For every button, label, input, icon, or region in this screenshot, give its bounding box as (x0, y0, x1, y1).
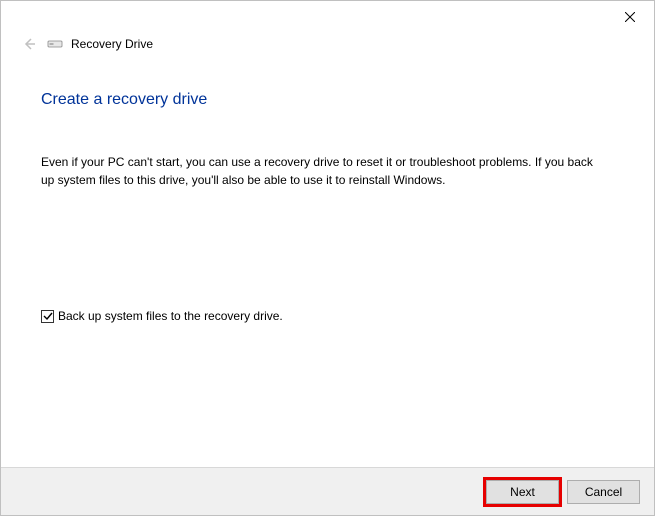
drive-icon (47, 38, 63, 50)
titlebar (1, 1, 654, 31)
backup-checkbox-label[interactable]: Back up system files to the recovery dri… (58, 309, 283, 323)
close-icon (625, 12, 635, 22)
cancel-button[interactable]: Cancel (567, 480, 640, 504)
page-description: Even if your PC can't start, you can use… (41, 153, 601, 189)
page-heading: Create a recovery drive (41, 91, 614, 109)
back-button[interactable] (19, 34, 39, 54)
next-button[interactable]: Next (486, 480, 559, 504)
content-area: Create a recovery drive Even if your PC … (1, 57, 654, 323)
back-arrow-icon (21, 36, 37, 52)
header-row: Recovery Drive (1, 31, 654, 57)
window-title: Recovery Drive (71, 37, 153, 51)
close-button[interactable] (607, 3, 652, 31)
checkmark-icon (43, 311, 53, 321)
footer: Next Cancel (1, 467, 654, 515)
backup-checkbox-row: Back up system files to the recovery dri… (41, 309, 614, 323)
backup-checkbox[interactable] (41, 310, 54, 323)
